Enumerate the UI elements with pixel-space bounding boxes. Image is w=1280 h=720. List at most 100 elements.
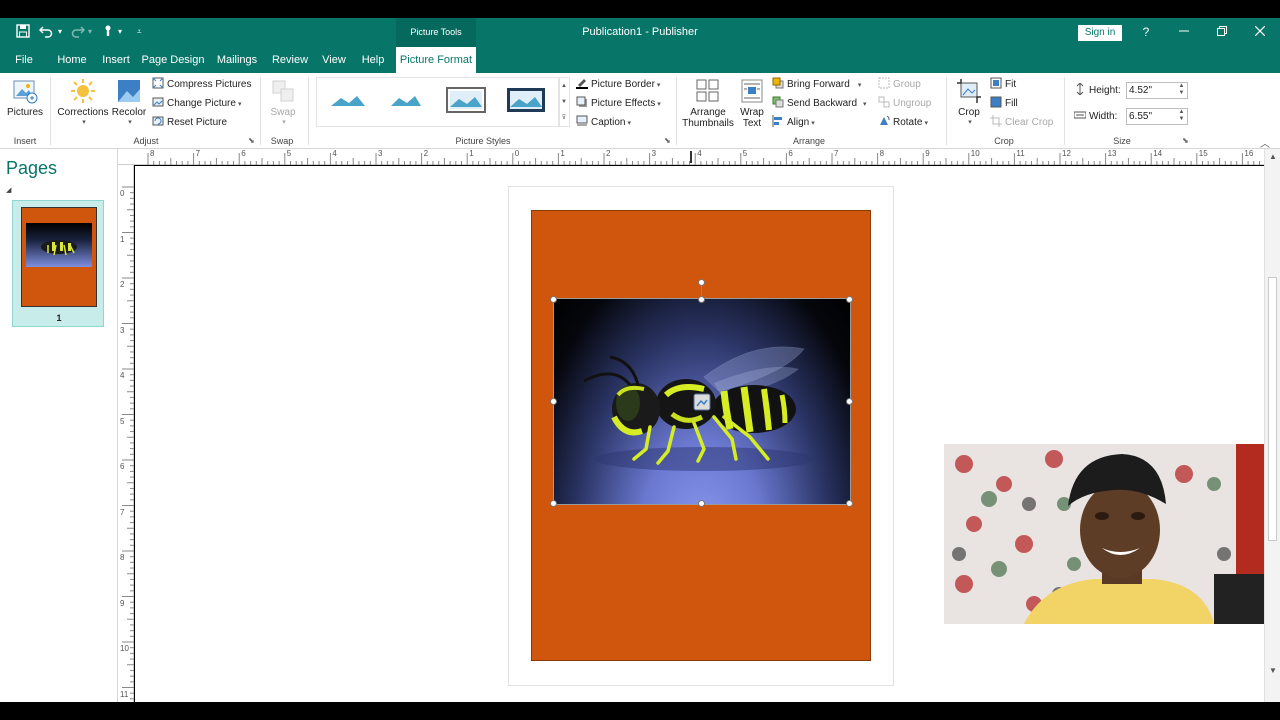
resize-handle-bottom-left[interactable] — [550, 500, 557, 507]
ruler-label: 3 — [651, 149, 657, 158]
resize-handle-left[interactable] — [550, 398, 557, 405]
wrap-text-button[interactable]: Wrap Text — [736, 77, 768, 129]
touch-dropdown-icon[interactable]: ▾ — [118, 24, 122, 40]
picture-style-option[interactable] — [445, 86, 487, 114]
chevron-down-icon: ▾ — [924, 120, 928, 127]
caption-icon — [576, 115, 588, 127]
scrollbar-thumb[interactable] — [1268, 277, 1277, 541]
chevron-down-icon: ▾ — [657, 101, 661, 108]
tab-review[interactable]: Review — [268, 47, 312, 73]
resize-handle-top[interactable] — [698, 296, 705, 303]
vertical-scrollbar[interactable]: ▲ ▼ — [1264, 149, 1280, 702]
height-spinner-icon[interactable]: ▲ ▼ — [1177, 83, 1186, 98]
caption-button[interactable]: Caption ▾ — [576, 115, 631, 131]
tab-picture-format[interactable]: Picture Format — [396, 47, 476, 73]
adjust-launcher-icon[interactable]: ⬊ — [248, 137, 256, 145]
compress-pictures-button[interactable]: Compress Pictures — [152, 77, 251, 93]
arrange-thumbnails-button[interactable]: Arrange Thumbnails — [680, 77, 736, 129]
recolor-button[interactable]: Recolor ▾ — [110, 77, 148, 126]
redo-icon[interactable] — [70, 24, 86, 40]
change-picture-button[interactable]: Change Picture ▾ — [152, 96, 241, 112]
crop-button[interactable]: Crop ▾ — [952, 77, 986, 126]
save-icon[interactable] — [15, 24, 31, 40]
undo-icon[interactable] — [38, 24, 54, 40]
tab-view[interactable]: View — [318, 47, 350, 73]
ruler-label: 2 — [606, 149, 611, 158]
picture-effects-label: Picture Effects — [591, 98, 656, 109]
ungroup-button[interactable]: Ungroup — [878, 96, 931, 112]
redo-dropdown-icon[interactable]: ▾ — [88, 24, 92, 40]
group-button[interactable]: Group — [878, 77, 921, 93]
resize-handle-right[interactable] — [846, 398, 853, 405]
rotate-button[interactable]: Rotate ▾ — [878, 115, 928, 131]
horizontal-ruler[interactable]: 8 7 6 5 4 3 2 1 0 1 2 3 4 5 6 7 8 9 10 11 12 13 14 15 16 — [118, 149, 1264, 165]
pages-pane: Pages ◢ 1 — [0, 149, 118, 702]
sign-in-button[interactable]: Sign in — [1078, 25, 1122, 41]
swap-icon — [269, 77, 297, 105]
gallery-scroll-icon[interactable]: ▲ ▼ ⊽ — [558, 77, 570, 127]
clear-crop-button[interactable]: Clear Crop — [990, 115, 1053, 131]
picture-style-option[interactable] — [385, 86, 427, 114]
resize-handle-bottom-right[interactable] — [846, 500, 853, 507]
title-bar: ▾ ▾ ▾ ⩡ Picture Tools Publication1 - Pub… — [0, 18, 1280, 47]
tab-insert[interactable]: Insert — [98, 47, 134, 73]
align-button[interactable]: Align ▾ — [772, 115, 815, 131]
close-icon[interactable] — [1248, 22, 1272, 42]
undo-dropdown-icon[interactable]: ▾ — [58, 24, 62, 40]
size-launcher-icon[interactable]: ⬊ — [1182, 137, 1190, 145]
ruler-label: 6 — [241, 149, 246, 158]
reset-picture-label: Reset Picture — [167, 117, 228, 128]
width-field[interactable]: 6.55" ▲ ▼ — [1126, 108, 1188, 125]
scroll-down-icon[interactable]: ▼ — [1267, 665, 1279, 677]
help-button[interactable]: ? — [1134, 22, 1158, 42]
height-field[interactable]: 4.52" ▲ ▼ — [1126, 82, 1188, 99]
reset-picture-button[interactable]: Reset Picture — [152, 115, 227, 131]
swap-button[interactable]: Swap ▾ — [266, 77, 300, 126]
window-title: Publication1 - Publisher — [582, 26, 698, 38]
ruler-label: 10 — [970, 149, 980, 158]
resize-handle-top-left[interactable] — [550, 296, 557, 303]
resize-handle-bottom[interactable] — [698, 500, 705, 507]
customize-qat-icon[interactable]: ⩡ — [137, 24, 142, 40]
fill-label: Fill — [1005, 98, 1018, 109]
pictures-button[interactable]: Pictures — [6, 77, 44, 118]
picture-border-icon — [576, 77, 588, 90]
corrections-icon — [69, 77, 97, 105]
scroll-up-icon[interactable]: ▲ — [1267, 151, 1279, 163]
swap-picture-icon[interactable] — [692, 392, 712, 412]
picture-style-option[interactable] — [327, 86, 369, 114]
collapse-triangle-icon[interactable]: ◢ — [6, 186, 11, 194]
picture-border-button[interactable]: Picture Border ▾ — [576, 77, 660, 93]
tab-home[interactable]: Home — [52, 47, 92, 73]
collapse-ribbon-icon[interactable]: ︿ — [1260, 135, 1270, 150]
page-thumbnail[interactable]: 1 — [12, 200, 104, 327]
tab-mailings[interactable]: Mailings — [212, 47, 262, 73]
fit-button[interactable]: Fit — [990, 77, 1016, 93]
styles-launcher-icon[interactable]: ⬊ — [664, 137, 672, 145]
rotation-handle[interactable] — [698, 279, 705, 286]
tab-file[interactable]: File — [6, 47, 42, 73]
fill-button[interactable]: Fill — [990, 96, 1018, 112]
ruler-label: 9 — [925, 149, 930, 158]
ruler-label: 6 — [120, 462, 125, 471]
tab-page-design[interactable]: Page Design — [140, 47, 206, 73]
corrections-button[interactable]: Corrections ▾ — [56, 77, 110, 126]
align-icon — [772, 115, 784, 128]
ruler-label: 0 — [120, 189, 125, 198]
bring-forward-button[interactable]: Bring Forward ▾ — [772, 77, 861, 93]
tab-help[interactable]: Help — [356, 47, 390, 73]
picture-effects-button[interactable]: Picture Effects ▾ — [576, 96, 661, 112]
send-backward-button[interactable]: Send Backward ▾ — [772, 96, 867, 112]
arrange-thumbnails-label-2: Thumbnails — [682, 118, 734, 129]
webcam-overlay — [944, 444, 1264, 624]
resize-handle-top-right[interactable] — [846, 296, 853, 303]
crop-label: Crop — [958, 107, 980, 118]
minimize-icon[interactable] — [1172, 22, 1196, 42]
recolor-label: Recolor — [111, 107, 147, 118]
vertical-ruler[interactable]: 0 1 2 3 4 5 6 7 8 9 10 11 — [118, 165, 134, 702]
width-label: Width: — [1089, 111, 1118, 122]
touch-mode-icon[interactable] — [100, 24, 116, 40]
picture-style-option[interactable] — [505, 86, 547, 114]
width-spinner-icon[interactable]: ▲ ▼ — [1177, 109, 1186, 124]
restore-icon[interactable] — [1210, 22, 1234, 42]
